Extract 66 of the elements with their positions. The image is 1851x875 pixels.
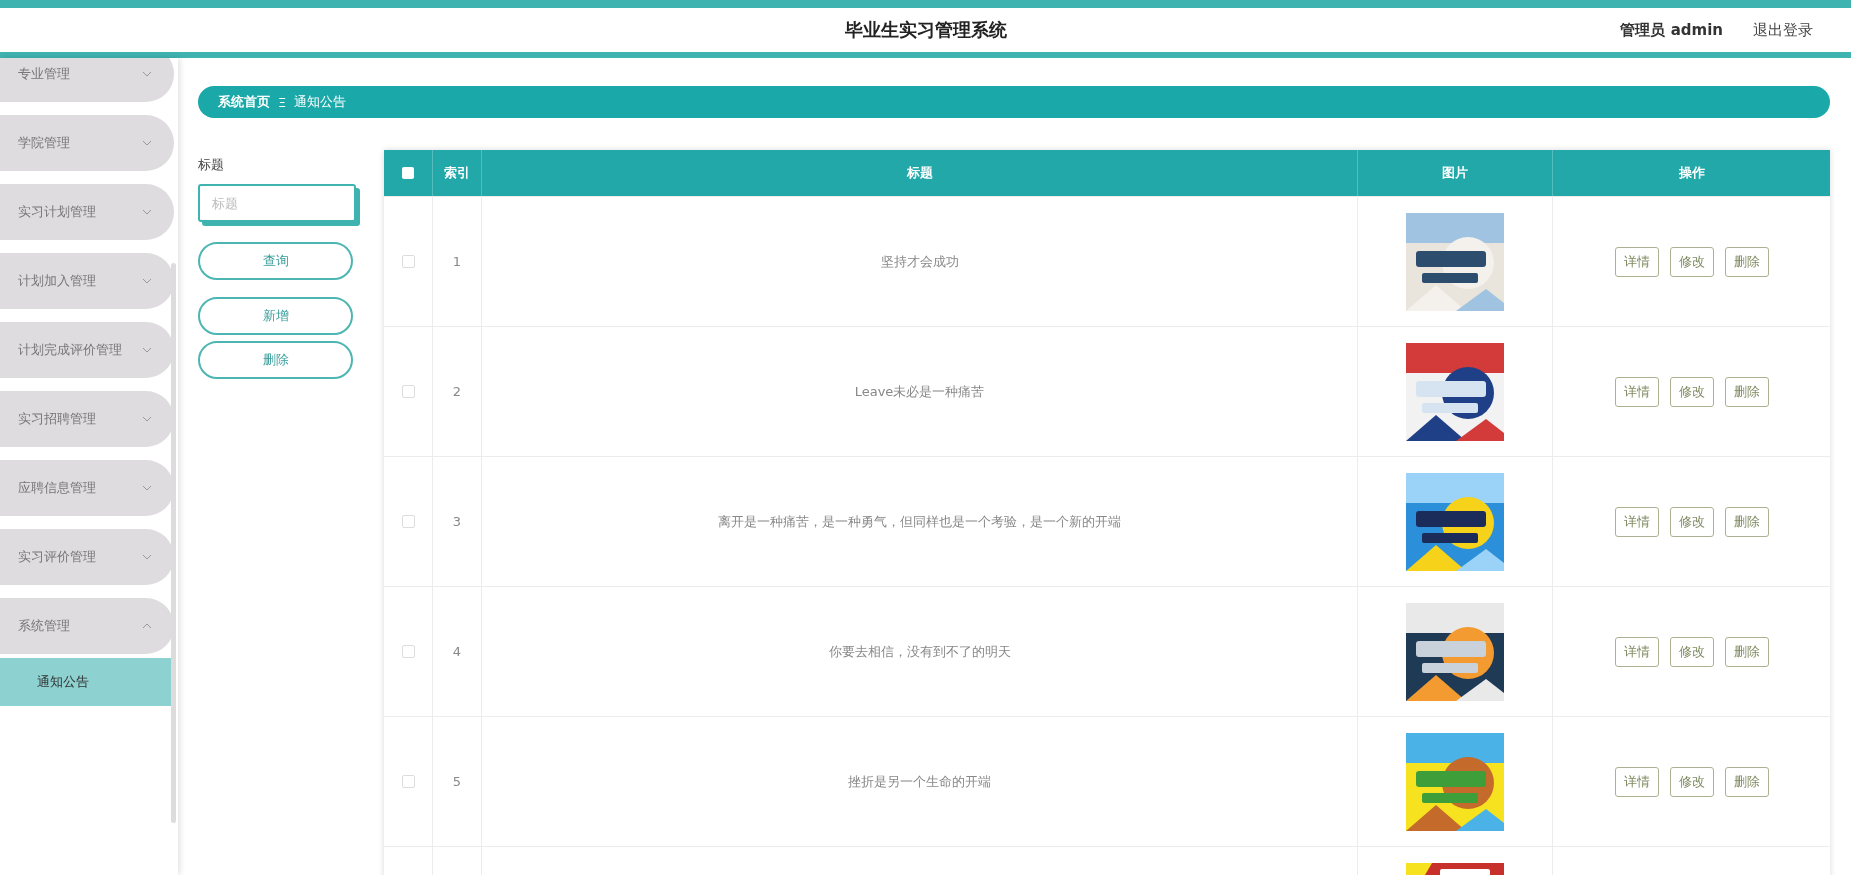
breadcrumb-link[interactable]: 系统首页: [218, 93, 270, 111]
delete-button[interactable]: 删除: [1724, 636, 1769, 667]
checkbox[interactable]: [401, 645, 415, 658]
chevron-down-icon: [142, 485, 152, 491]
table-cell: 4: [433, 587, 482, 716]
table-cell: 挫折是另一个生命的开端: [482, 717, 1358, 846]
sidebar-item[interactable]: 实习评价管理: [0, 529, 174, 585]
add-button[interactable]: 新增: [198, 297, 353, 335]
table-cell: 1: [433, 197, 482, 326]
table-cell: Leave未必是一种痛苦: [482, 327, 1358, 456]
checkbox[interactable]: [401, 775, 415, 788]
sidebar-item[interactable]: 应聘信息管理: [0, 460, 174, 516]
delete-button[interactable]: 删除: [1724, 246, 1769, 277]
field-label: 标题: [198, 156, 224, 174]
table-cell: 5: [433, 717, 482, 846]
chevron-down-icon: [142, 140, 152, 146]
details-button[interactable]: 详情: [1614, 246, 1659, 277]
chevron-down-icon: [142, 278, 152, 284]
chevron-down-icon: [142, 71, 152, 77]
chevron-down-icon: [142, 209, 152, 215]
scrollbar[interactable]: [171, 263, 176, 823]
sidebar-item[interactable]: 计划加入管理: [0, 253, 174, 309]
sidebar-item[interactable]: 专业管理: [0, 58, 174, 102]
delete-button[interactable]: 删除: [198, 341, 353, 379]
checkbox[interactable]: [401, 255, 415, 268]
table-cell: 3: [433, 457, 482, 586]
chevron-up-icon: [142, 623, 152, 629]
chevron-down-icon: [142, 554, 152, 560]
checkbox[interactable]: [401, 385, 415, 398]
table-cell: 你要去相信，没有到不了的明天: [482, 587, 1358, 716]
sidebar-item[interactable]: 计划完成评价管理: [0, 322, 174, 378]
sidebar-item[interactable]: 实习招聘管理: [0, 391, 174, 447]
edit-button[interactable]: 修改: [1669, 506, 1714, 537]
submenu-item[interactable]: 通知公告: [0, 658, 174, 706]
title-input-field[interactable]: 标题: [198, 184, 356, 222]
details-button[interactable]: 详情: [1614, 766, 1659, 797]
sidebar-item[interactable]: 系统管理: [0, 598, 174, 654]
table-cell: 2: [433, 327, 482, 456]
chevron-down-icon: [142, 416, 152, 422]
breadcrumb-current: 通知公告: [294, 93, 347, 111]
column-header: 索引: [433, 150, 482, 196]
column-header: 标题: [482, 150, 1358, 196]
edit-button[interactable]: 修改: [1669, 766, 1714, 797]
breadcrumb-separator: Ξ: [278, 94, 287, 110]
edit-button[interactable]: 修改: [1669, 376, 1714, 407]
delete-button[interactable]: 删除: [1724, 766, 1769, 797]
details-button[interactable]: 详情: [1614, 636, 1659, 667]
edit-button[interactable]: 修改: [1669, 636, 1714, 667]
checkbox[interactable]: [401, 515, 415, 528]
search-button[interactable]: 查询: [198, 242, 353, 280]
system-title: 毕业生实习管理系统: [844, 18, 1007, 42]
details-button[interactable]: 详情: [1614, 376, 1659, 407]
logout-link[interactable]: 退出登录: [1753, 20, 1813, 40]
sidebar-item[interactable]: 学院管理: [0, 115, 174, 171]
checkbox[interactable]: [402, 167, 414, 179]
sidebar-item[interactable]: 实习计划管理: [0, 184, 174, 240]
chevron-down-icon: [142, 347, 152, 353]
delete-button[interactable]: 删除: [1724, 376, 1769, 407]
user-label: 管理员 admin: [1620, 20, 1723, 40]
table-cell: 坚持才会成功: [482, 197, 1358, 326]
column-header: 操作: [1677, 164, 1706, 182]
edit-button[interactable]: 修改: [1669, 246, 1714, 277]
column-header: 图片: [1358, 150, 1553, 196]
details-button[interactable]: 详情: [1614, 506, 1659, 537]
delete-button[interactable]: 删除: [1724, 506, 1769, 537]
table-cell: 离开是一种痛苦，是一种勇气，但同样也是一个考验，是一个新的开端: [482, 457, 1358, 586]
